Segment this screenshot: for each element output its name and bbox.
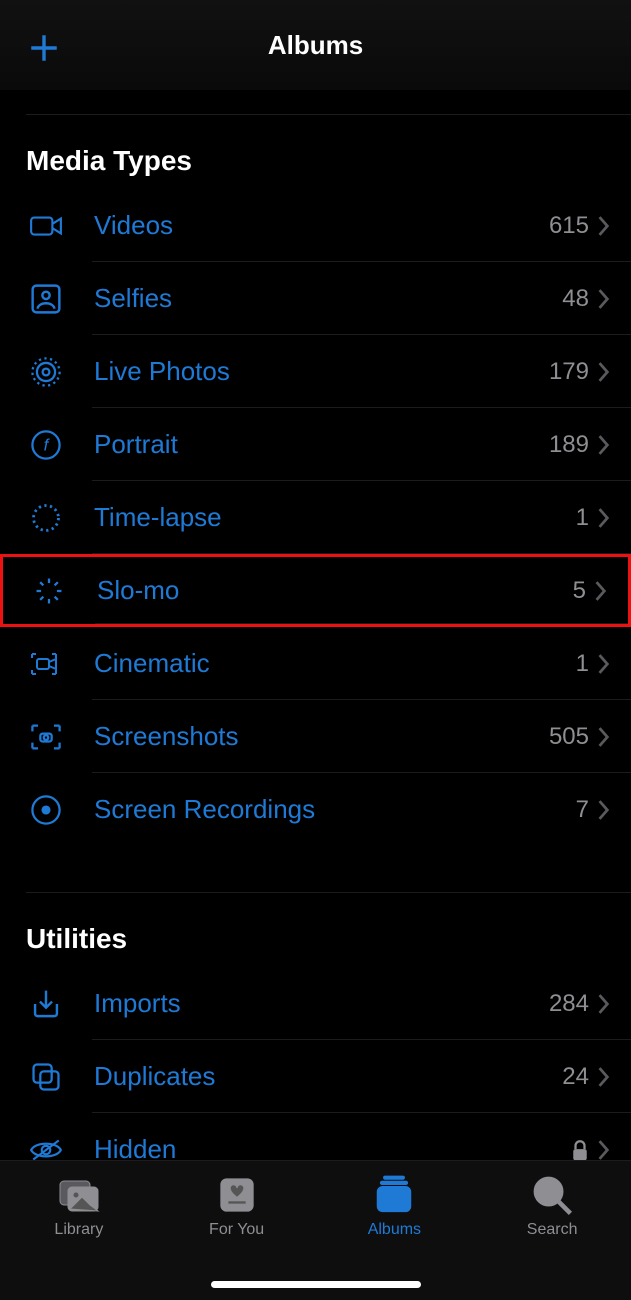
row-duplicates[interactable]: Duplicates 24 [0,1040,631,1113]
tab-search[interactable]: Search [492,1175,612,1239]
row-label: Live Photos [94,356,549,387]
section-header-utilities: Utilities [0,893,631,967]
row-label: Portrait [94,429,549,460]
row-count: 1 [576,504,589,532]
row-selfies[interactable]: Selfies 48 [0,262,631,335]
chevron-right-icon [594,580,608,602]
tab-label: Search [527,1221,578,1239]
selfies-icon [26,279,66,319]
row-portrait[interactable]: f Portrait 189 [0,408,631,481]
row-label: Screenshots [94,721,549,752]
row-count: 505 [549,723,589,751]
chevron-right-icon [597,288,611,310]
screenshots-icon [26,717,66,757]
row-imports[interactable]: Imports 284 [0,967,631,1040]
live-photos-icon [26,352,66,392]
chevron-right-icon [597,215,611,237]
row-label: Screen Recordings [94,794,576,825]
tab-for-you[interactable]: For You [177,1175,297,1239]
timelapse-icon [26,498,66,538]
search-icon [529,1175,575,1215]
tab-label: Albums [368,1221,421,1239]
row-time-lapse[interactable]: Time-lapse 1 [0,481,631,554]
portrait-icon: f [26,425,66,465]
row-label: Duplicates [94,1061,562,1092]
video-icon [26,206,66,246]
navbar-title: Albums [268,30,363,61]
home-indicator[interactable] [211,1281,421,1288]
for-you-icon [214,1175,260,1215]
row-slo-mo[interactable]: Slo-mo 5 [0,554,631,627]
lock-icon [571,1139,589,1161]
chevron-right-icon [597,434,611,456]
tab-label: Library [54,1221,103,1239]
chevron-right-icon [597,799,611,821]
navbar: Albums [0,0,631,90]
row-videos[interactable]: Videos 615 [0,189,631,262]
row-label: Slo-mo [97,575,573,606]
row-label: Imports [94,988,549,1019]
svg-text:f: f [44,435,51,454]
chevron-right-icon [597,361,611,383]
row-label: Cinematic [94,648,576,679]
imports-icon [26,984,66,1024]
slomo-icon [29,571,69,611]
row-cinematic[interactable]: Cinematic 1 [0,627,631,700]
chevron-right-icon [597,993,611,1015]
row-label: Selfies [94,283,562,314]
chevron-right-icon [597,1139,611,1161]
row-count: 48 [562,285,589,313]
tab-albums[interactable]: Albums [334,1175,454,1239]
add-button[interactable] [24,28,64,68]
section-header-media-types: Media Types [0,115,631,189]
chevron-right-icon [597,507,611,529]
chevron-right-icon [597,726,611,748]
row-label: Videos [94,210,549,241]
row-count: 1 [576,650,589,678]
cinematic-icon [26,644,66,684]
row-count: 7 [576,796,589,824]
row-screen-recordings[interactable]: Screen Recordings 7 [0,773,631,846]
row-count: 284 [549,990,589,1018]
chevron-right-icon [597,653,611,675]
tab-library[interactable]: Library [19,1175,139,1239]
row-label: Time-lapse [94,502,576,533]
row-screenshots[interactable]: Screenshots 505 [0,700,631,773]
row-count: 615 [549,212,589,240]
library-icon [56,1175,102,1215]
duplicates-icon [26,1057,66,1097]
tab-label: For You [209,1221,264,1239]
row-count: 24 [562,1063,589,1091]
row-count: 179 [549,358,589,386]
row-live-photos[interactable]: Live Photos 179 [0,335,631,408]
screen-recordings-icon [26,790,66,830]
chevron-right-icon [597,1066,611,1088]
row-count: 5 [573,577,586,605]
content: Media Types Videos 615 Selfies 48 Live P… [0,90,631,1186]
albums-icon [371,1175,417,1215]
row-count: 189 [549,431,589,459]
tab-bar: Library For You Albums Search [0,1160,631,1300]
